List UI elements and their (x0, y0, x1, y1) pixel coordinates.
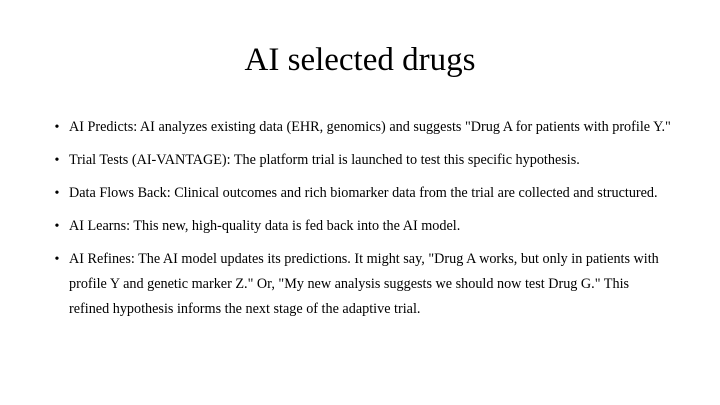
slide: AI selected drugs • AI Predicts: AI anal… (0, 0, 720, 405)
bullet-text: Data Flows Back: Clinical outcomes and r… (69, 185, 658, 201)
bullet-dot-icon: • (54, 120, 60, 135)
bullet-item-ai-predicts: • AI Predicts: AI analyzes existing data… (0, 115, 720, 140)
bullet-dot-icon: • (54, 252, 60, 267)
bullet-item-ai-refines: • AI Refines: The AI model updates its p… (0, 247, 720, 322)
bullet-text: Trial Tests (AI-VANTAGE): The platform t… (69, 152, 580, 168)
bullet-text: AI Refines: The AI model updates its pre… (69, 251, 659, 317)
bullet-text: AI Predicts: AI analyzes existing data (… (69, 119, 671, 135)
bullet-dot-icon: • (54, 153, 60, 168)
bullet-item-trial-tests: • Trial Tests (AI-VANTAGE): The platform… (0, 148, 720, 173)
bullet-dot-icon: • (54, 186, 60, 201)
bullet-dot-icon: • (54, 219, 60, 234)
bullet-item-ai-learns: • AI Learns: This new, high-quality data… (0, 214, 720, 239)
bullet-text: AI Learns: This new, high-quality data i… (69, 218, 461, 234)
slide-title: AI selected drugs (244, 42, 476, 78)
bullet-list: • AI Predicts: AI analyzes existing data… (0, 115, 720, 330)
bullet-item-data-flows-back: • Data Flows Back: Clinical outcomes and… (0, 181, 720, 206)
